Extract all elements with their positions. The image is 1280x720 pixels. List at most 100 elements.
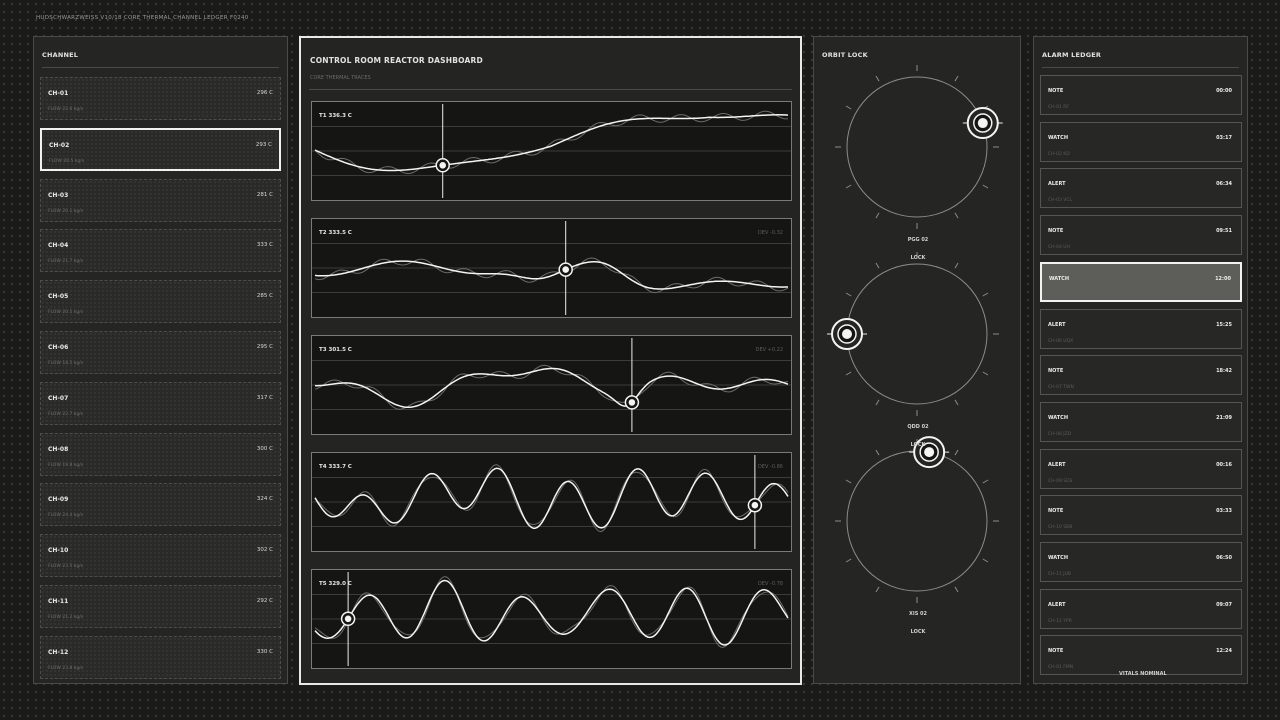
channel-flow: FLOW 20.5 kg/s — [49, 158, 85, 164]
dashboard-title: CONTROL ROOM REACTOR DASHBOARD — [310, 56, 483, 65]
channel-item-ch-09[interactable]: CH-09 324 C FLOW 24.4 kg/s — [40, 483, 281, 527]
alarm-level: NOTE — [1048, 88, 1064, 94]
channel-item-ch-07[interactable]: CH-07 317 C FLOW 22.7 kg/s — [40, 381, 281, 425]
vitals-status: VITALS NOMINAL — [1119, 671, 1167, 677]
orbit-ring — [846, 76, 988, 218]
channel-flow: FLOW 22.7 kg/s — [48, 411, 84, 417]
alarm-level: ALERT — [1048, 601, 1066, 608]
alarm-entry[interactable]: WATCH 21:09 CH-08 JZD — [1040, 401, 1242, 442]
channel-item-ch-08[interactable]: CH-08 300 C FLOW 19.8 kg/s — [40, 432, 281, 476]
alarm-source: CH-10 SBB — [1048, 525, 1073, 531]
trace-cursor-dot — [751, 501, 759, 509]
trace-deviation: DEV +0.22 — [755, 347, 783, 353]
channel-flow: FLOW 23.5 kg/s — [48, 564, 84, 570]
trace-shadow-line — [314, 364, 789, 410]
trace-line — [314, 367, 789, 409]
orbit-ring-name: XIS 02 — [908, 611, 927, 617]
alarm-source: CH-12 YPR — [1048, 618, 1072, 624]
alarm-entry[interactable]: WATCH 12:00 — [1040, 261, 1242, 302]
alarm-source: CH-06 UQX — [1048, 338, 1074, 344]
alarm-entry[interactable]: ALERT 06:34 CH-03 VCL — [1040, 168, 1242, 209]
channel-name: CH-06 — [48, 344, 69, 351]
orbit-tick — [982, 184, 989, 189]
trace-cursor-dot — [562, 266, 569, 273]
alarm-source: CH-09 SDS — [1048, 478, 1073, 484]
channel-temp: 296 C — [256, 90, 273, 96]
alarm-entry[interactable]: NOTE 12:24 CH-01 FMN — [1040, 635, 1242, 676]
reactor-dashboard: CONTROL ROOM REACTOR DASHBOARD CORE THER… — [299, 36, 802, 685]
alarm-source: CH-08 JZD — [1048, 431, 1072, 437]
channel-item-ch-06[interactable]: CH-06 295 C FLOW 18.5 kg/s — [40, 331, 281, 374]
alarm-entry[interactable]: NOTE 09:51 CH-04 UH — [1040, 215, 1242, 256]
trace-label: T3 301.5 C — [319, 347, 352, 353]
alarm-entry[interactable]: WATCH 03:17 CH-02 KD — [1040, 121, 1242, 162]
orbit-marker-dot — [842, 329, 852, 339]
alarm-level: ALERT — [1048, 321, 1066, 328]
header-caption: HUDSCHWARZWEISS V10/18 CORE THERMAL CHAN… — [36, 15, 249, 21]
orbit-ring — [846, 450, 988, 592]
channel-temp: 285 C — [256, 293, 273, 300]
alarm-time: 03:17 — [1216, 134, 1232, 141]
orbit-tick — [875, 399, 880, 406]
channel-flow: FLOW 23.8 kg/s — [48, 665, 84, 671]
orbit-tick — [954, 586, 959, 593]
channel-flow: FLOW 20.1 kg/s — [48, 208, 84, 214]
channel-temp: 333 C — [256, 242, 273, 249]
alarm-entry[interactable]: NOTE 18:42 CH-07 TWN — [1040, 355, 1242, 396]
orbit-tick — [845, 479, 852, 484]
alarm-level: WATCH — [1048, 555, 1069, 561]
alarm-level: ALERT — [1048, 461, 1066, 468]
trace-shadow-line — [314, 464, 789, 533]
orbit-tick — [954, 399, 959, 406]
orbit-tick — [845, 371, 852, 376]
orbit-tick — [875, 449, 880, 456]
channel-item-ch-11[interactable]: CH-11 292 C FLOW 21.2 kg/s — [40, 585, 281, 628]
orbit-tick — [954, 262, 959, 269]
channel-temp: 300 C — [256, 445, 273, 452]
orbit-tick — [845, 292, 852, 297]
channel-item-ch-03[interactable]: CH-03 281 C FLOW 20.1 kg/s — [40, 178, 281, 222]
dashboard-subtitle: CORE THERMAL TRACES — [310, 75, 371, 81]
orbit-tick — [875, 586, 880, 593]
orbit-tick — [845, 184, 852, 189]
orbit-tick — [954, 75, 959, 82]
alarm-time: 06:34 — [1216, 181, 1232, 188]
alarm-source: CH-02 KD — [1048, 151, 1070, 157]
trace-plot-5: T5 329.0 C DEV -0.78 — [311, 569, 792, 669]
channel-item-ch-04[interactable]: CH-04 333 C FLOW 21.7 kg/s — [40, 229, 281, 273]
channel-flow: FLOW 18.5 kg/s — [48, 361, 84, 366]
channel-name: CH-02 — [49, 141, 70, 149]
alarm-entry[interactable]: WATCH 06:50 CH-11 JUB — [1040, 542, 1242, 582]
channel-item-ch-12[interactable]: CH-12 330 C FLOW 23.8 kg/s — [40, 635, 281, 679]
alarm-entry[interactable]: ALERT 00:16 CH-09 SDS — [1040, 448, 1242, 489]
trace-plot-2: T2 333.5 C DEV -0.32 — [311, 218, 792, 318]
trace-plot-3: T3 301.5 C DEV +0.22 — [311, 335, 792, 435]
trace-deviation: DEV -0.78 — [758, 581, 783, 587]
alarm-time: 09:07 — [1216, 601, 1232, 608]
alarm-entry[interactable]: NOTE 00:00 CH-01 RF — [1040, 75, 1242, 115]
orbit-ring-name: PGG 02 — [907, 237, 929, 243]
orbit-tick — [845, 558, 852, 563]
alarm-entry[interactable]: ALERT 09:07 CH-12 YPR — [1040, 588, 1242, 629]
trace-label: T2 333.5 C — [319, 230, 352, 236]
alarm-time: 12:24 — [1216, 648, 1232, 655]
channel-item-ch-01[interactable]: CH-01 296 C FLOW 22.6 kg/s — [40, 77, 281, 120]
channel-name: CH-07 — [48, 394, 69, 402]
channel-item-ch-10[interactable]: CH-10 302 C FLOW 23.5 kg/s — [40, 534, 281, 578]
trace-shadow-line — [314, 110, 789, 175]
channel-temp: 317 C — [256, 394, 273, 401]
trace-cursor-dot — [344, 615, 352, 623]
alarm-entry[interactable]: ALERT 15:25 CH-06 UQX — [1040, 308, 1242, 349]
channel-item-ch-02[interactable]: CH-02 293 C FLOW 20.5 kg/s — [40, 127, 281, 171]
channel-temp: 330 C — [256, 648, 273, 655]
orbit-marker-dot — [924, 447, 935, 458]
trace-line — [314, 260, 789, 290]
channel-item-ch-05[interactable]: CH-05 285 C FLOW 20.5 kg/s — [40, 280, 281, 324]
divider — [42, 67, 279, 68]
alarm-entry[interactable]: NOTE 03:33 CH-10 SBB — [1040, 495, 1242, 536]
channel-name: CH-05 — [48, 293, 69, 301]
alarm-time: 15:25 — [1216, 321, 1232, 328]
trace-label: T5 329.0 C — [319, 581, 352, 587]
channel-temp: 292 C — [256, 598, 273, 604]
orbit-marker-dot — [977, 118, 988, 129]
